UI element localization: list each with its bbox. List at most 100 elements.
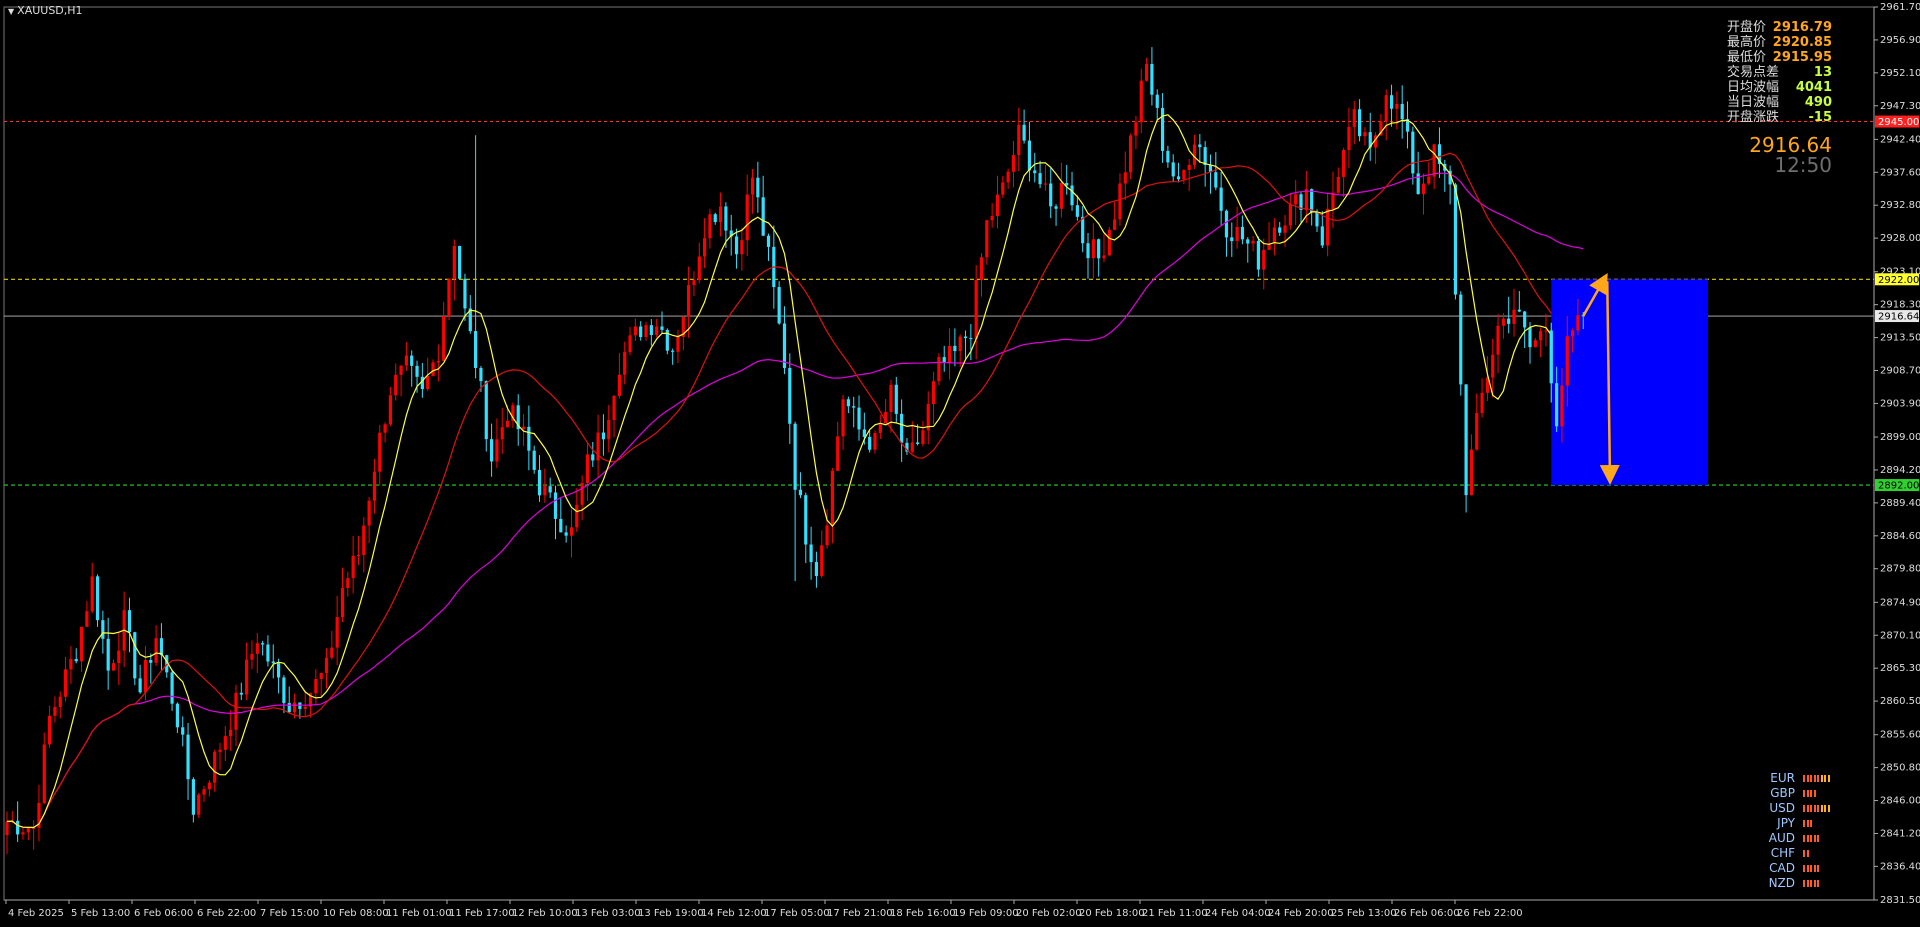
candle xyxy=(777,287,781,324)
price-tick-label: 2846.00 xyxy=(1880,796,1920,807)
candle xyxy=(330,647,334,658)
candle xyxy=(255,643,259,654)
candle-timer: 12:50 xyxy=(1774,153,1832,177)
candle xyxy=(117,650,121,664)
chevron-down-icon[interactable]: ▼ xyxy=(8,7,14,16)
candle xyxy=(708,214,712,239)
time-tick-label: 24 Feb 04:00 xyxy=(1205,908,1271,919)
candle xyxy=(319,673,323,679)
candle xyxy=(1453,184,1458,295)
candle xyxy=(1272,227,1276,244)
candle xyxy=(873,432,877,450)
candle xyxy=(324,657,329,674)
strength-currency-label: GBP xyxy=(1770,786,1795,800)
price-tick-label: 2903.90 xyxy=(1880,398,1920,409)
candle xyxy=(479,367,483,382)
strength-bar xyxy=(1820,775,1823,782)
candle xyxy=(841,399,845,437)
price-tick-label: 2841.20 xyxy=(1880,828,1920,839)
strength-currency-label: CHF xyxy=(1770,846,1795,860)
candle xyxy=(500,427,504,440)
candle xyxy=(1086,243,1090,259)
candle xyxy=(612,395,616,421)
time-tick-label: 12 Feb 10:00 xyxy=(512,908,578,919)
price-chart[interactable]: 2961.70 2956.90 2952.10 2947.30 2942.40 2937.… xyxy=(0,0,1920,927)
candle xyxy=(537,469,542,496)
candle xyxy=(442,316,446,361)
candle xyxy=(889,384,893,412)
strength-bar xyxy=(1827,805,1830,812)
candle xyxy=(1033,170,1037,174)
candle xyxy=(734,236,739,255)
candle xyxy=(687,285,691,317)
candle xyxy=(692,280,696,286)
candle xyxy=(159,638,164,656)
candle xyxy=(1278,227,1282,233)
candle xyxy=(143,660,148,693)
candle xyxy=(79,626,84,662)
price-tick-label: 2884.60 xyxy=(1880,531,1920,542)
candle xyxy=(793,423,797,490)
candle xyxy=(1022,124,1026,141)
candle xyxy=(713,214,717,223)
candle xyxy=(1320,226,1324,246)
candle xyxy=(1533,340,1537,348)
strength-bar xyxy=(1824,805,1826,812)
candle xyxy=(990,215,994,221)
candle xyxy=(1464,384,1468,496)
strength-bar xyxy=(1817,805,1819,812)
candle xyxy=(1336,176,1340,193)
candle xyxy=(404,355,408,366)
strength-bar xyxy=(1803,835,1805,842)
strength-bar xyxy=(1810,880,1812,887)
candle xyxy=(671,350,675,352)
candle xyxy=(1097,239,1101,259)
candle xyxy=(474,331,478,368)
candle xyxy=(1118,183,1122,220)
chart-window[interactable]: 2961.70 2956.90 2952.10 2947.30 2942.40 2937.… xyxy=(0,0,1920,927)
strength-bar xyxy=(1806,850,1809,857)
candle xyxy=(1342,150,1346,177)
candle xyxy=(846,399,850,407)
candle xyxy=(1081,216,1085,244)
candle xyxy=(617,374,621,396)
strength-currency-label: USD xyxy=(1769,801,1795,815)
candle xyxy=(5,821,9,836)
candle xyxy=(521,426,526,430)
price-tick-label: 2952.10 xyxy=(1880,68,1920,79)
candle xyxy=(495,439,499,462)
candle xyxy=(1432,144,1436,177)
candle xyxy=(1539,331,1543,341)
strength-bar xyxy=(1806,865,1809,872)
symbol-text: XAUUSD,H1 xyxy=(17,4,83,17)
strength-bar xyxy=(1810,790,1812,797)
time-tick-label: 17 Feb 05:00 xyxy=(764,908,830,919)
strength-currency-label: CAD xyxy=(1769,861,1795,875)
candle xyxy=(1187,164,1191,170)
candle xyxy=(191,779,195,815)
strength-bar xyxy=(1810,805,1812,812)
candle xyxy=(21,832,25,835)
candle xyxy=(985,220,989,258)
candle xyxy=(937,357,941,382)
candle xyxy=(836,436,840,471)
support-tag: 2892.00 xyxy=(1878,481,1919,492)
strength-row-aud: AUD xyxy=(1765,831,1831,846)
price-tick-label: 2899.00 xyxy=(1880,432,1920,443)
candle xyxy=(340,588,345,618)
candle xyxy=(1129,135,1133,173)
candle xyxy=(1400,103,1404,120)
candle xyxy=(1214,172,1218,188)
candle xyxy=(623,352,627,375)
candle xyxy=(58,696,62,707)
candle xyxy=(101,620,105,639)
candle xyxy=(1049,183,1053,207)
candle xyxy=(410,355,414,366)
candle xyxy=(660,326,664,330)
candle xyxy=(575,504,579,528)
candle xyxy=(1011,155,1016,172)
candle xyxy=(1256,240,1261,270)
candle xyxy=(346,578,350,589)
candle xyxy=(213,751,217,783)
candle xyxy=(724,206,728,231)
